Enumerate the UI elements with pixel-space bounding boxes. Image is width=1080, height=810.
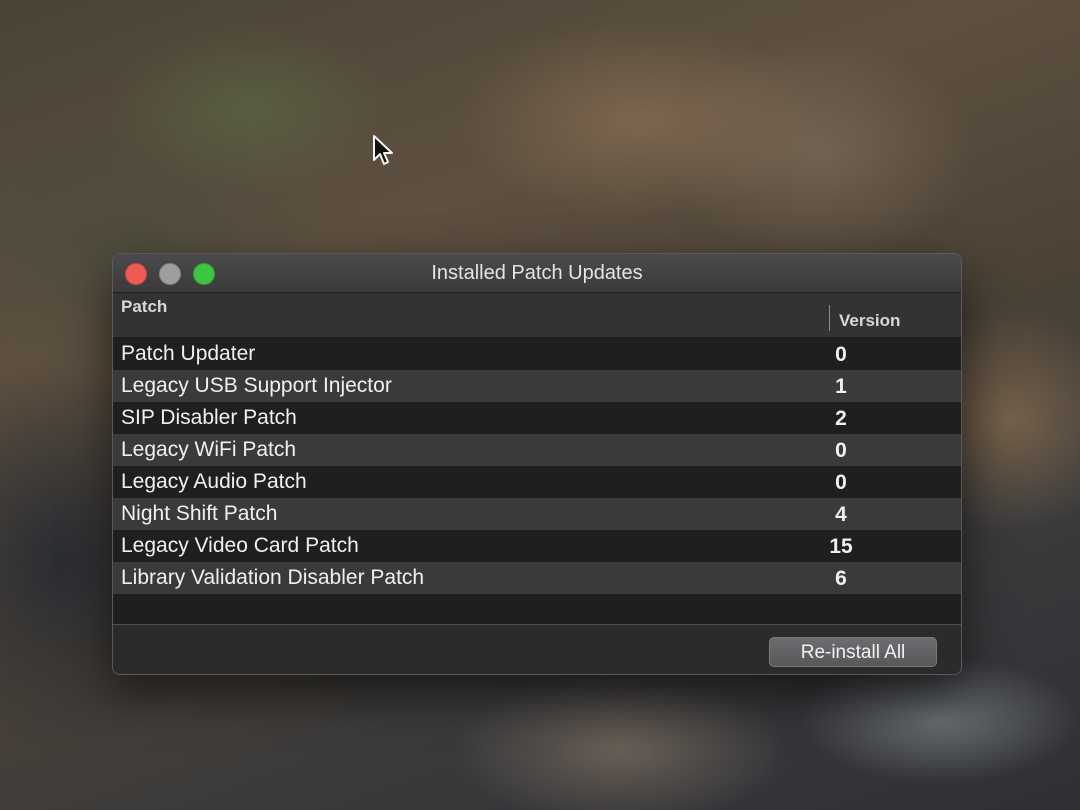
patch-name: Patch Updater bbox=[121, 342, 256, 365]
patch-name: Library Validation Disabler Patch bbox=[121, 566, 425, 589]
column-divider[interactable] bbox=[829, 305, 830, 331]
patch-version: 0 bbox=[835, 439, 847, 462]
table-empty-area bbox=[113, 594, 961, 625]
table-row[interactable]: Legacy USB Support Injector 1 bbox=[113, 370, 961, 402]
patch-name: Legacy Video Card Patch bbox=[121, 534, 359, 557]
table-row[interactable]: Night Shift Patch 4 bbox=[113, 498, 961, 530]
patch-table: Patch Updater 0 Legacy USB Support Injec… bbox=[113, 338, 961, 625]
desktop-wallpaper: Installed Patch Updates Patch Version Pa… bbox=[0, 0, 1080, 810]
patch-name: Night Shift Patch bbox=[121, 502, 278, 525]
window-titlebar[interactable]: Installed Patch Updates bbox=[113, 254, 961, 293]
installed-patch-updates-window: Installed Patch Updates Patch Version Pa… bbox=[112, 253, 962, 675]
patch-name: Legacy WiFi Patch bbox=[121, 438, 297, 461]
patch-version: 6 bbox=[835, 567, 847, 590]
patch-name: SIP Disabler Patch bbox=[121, 406, 297, 429]
patch-version: 1 bbox=[835, 375, 847, 398]
patch-version: 4 bbox=[835, 503, 847, 526]
patch-name: Legacy Audio Patch bbox=[121, 470, 307, 493]
patch-version: 15 bbox=[829, 535, 853, 558]
table-row[interactable]: Patch Updater 0 bbox=[113, 338, 961, 370]
patch-version: 0 bbox=[835, 343, 847, 366]
table-row[interactable]: Legacy WiFi Patch 0 bbox=[113, 434, 961, 466]
window-title: Installed Patch Updates bbox=[431, 262, 643, 284]
table-row[interactable]: Legacy Audio Patch 0 bbox=[113, 466, 961, 498]
window-footer: Re-install All bbox=[113, 625, 961, 674]
patch-version: 0 bbox=[835, 471, 847, 494]
reinstall-all-button[interactable]: Re-install All bbox=[769, 637, 937, 667]
mouse-pointer-icon bbox=[373, 135, 393, 165]
table-row[interactable]: SIP Disabler Patch 2 bbox=[113, 402, 961, 434]
table-header: Patch Version bbox=[113, 293, 961, 338]
table-row[interactable]: Legacy Video Card Patch 15 bbox=[113, 530, 961, 562]
table-row[interactable]: Library Validation Disabler Patch 6 bbox=[113, 562, 961, 594]
column-header-version[interactable]: Version bbox=[839, 311, 900, 331]
patch-version: 2 bbox=[835, 407, 847, 430]
patch-name: Legacy USB Support Injector bbox=[121, 374, 392, 397]
column-header-patch[interactable]: Patch bbox=[121, 297, 167, 317]
